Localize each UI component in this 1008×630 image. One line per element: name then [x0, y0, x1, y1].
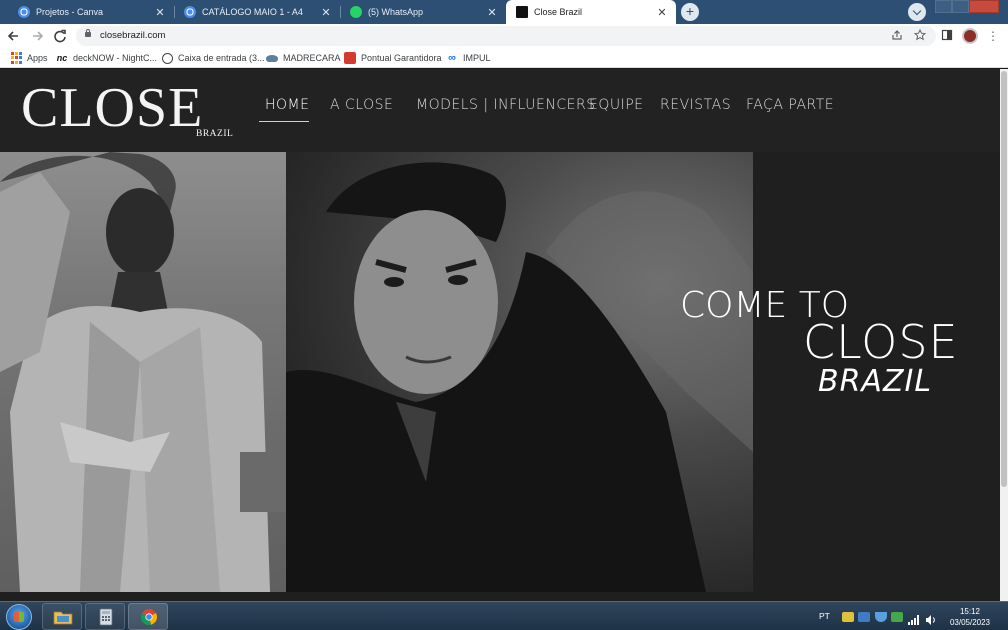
url-text: closebrazil.com [100, 30, 166, 41]
windows-taskbar: PT 15:12 03/05/2023 [0, 601, 1008, 630]
site-logo-sub: BRAZIL [196, 129, 234, 139]
nav-faca-parte[interactable]: FAÇA PARTE [746, 97, 834, 113]
bookmark-pontual[interactable]: Pontual Garantidora [344, 51, 442, 65]
tray-battery-icon[interactable] [891, 612, 903, 622]
tray-shield-icon[interactable] [875, 612, 887, 622]
bookmark-label: Apps [27, 53, 48, 63]
tab-whatsapp[interactable]: (5) WhatsApp ✕ [340, 0, 506, 24]
close-tab-icon[interactable]: ✕ [154, 6, 166, 19]
site-logo[interactable]: CLOSE [21, 79, 203, 137]
apps-grid-icon [10, 52, 22, 64]
bookmark-decknow[interactable]: nc deckNOW - NightC... [56, 51, 157, 65]
tray-app-icon[interactable] [858, 612, 870, 622]
tab-title: Projetos - Canva [36, 7, 104, 17]
bookmark-star-icon[interactable] [913, 28, 927, 43]
reload-button[interactable] [52, 28, 68, 44]
minimize-button[interactable] [935, 0, 952, 13]
close-tab-icon[interactable]: ✕ [320, 6, 332, 19]
bookmark-apps[interactable]: Apps [10, 51, 48, 65]
window-controls [935, 0, 999, 13]
male-model-silhouette [286, 162, 753, 592]
page-scrollbar[interactable] [1000, 69, 1008, 601]
tab-projetos-canva[interactable]: Projetos - Canva ✕ [8, 0, 174, 24]
bookmark-label: deckNOW - NightC... [73, 53, 158, 63]
chrome-icon [18, 6, 30, 18]
pontual-icon [344, 52, 356, 64]
new-tab-button[interactable]: + [681, 3, 699, 21]
tab-catalogo[interactable]: CATÁLOGO MAIO 1 - A4 ✕ [174, 0, 340, 24]
clock-date: 03/05/2023 [949, 618, 991, 627]
site-header: CLOSE BRAZIL HOME A CLOSE MODELS | INFLU… [0, 69, 1000, 152]
menu-kebab-icon[interactable]: ⋮ [987, 28, 999, 44]
nav-active-underline [259, 121, 309, 122]
tab-close-brazil[interactable]: Close Brazil ✕ [506, 0, 676, 24]
taskbar-chrome[interactable] [128, 603, 168, 630]
taskbar-calculator[interactable] [85, 603, 125, 630]
taskbar-explorer[interactable] [42, 603, 82, 630]
hero-photo-female-model [0, 152, 286, 592]
folder-icon [53, 611, 73, 625]
tray-volume-icon[interactable] [925, 612, 937, 625]
chrome-icon [140, 609, 158, 625]
tray-signal-icon[interactable] [908, 612, 920, 625]
start-button[interactable] [6, 604, 32, 630]
calculator-icon [99, 608, 113, 626]
web-page: CLOSE BRAZIL HOME A CLOSE MODELS | INFLU… [0, 69, 1000, 601]
tab-title: Close Brazil [534, 7, 583, 17]
scrollbar-thumb[interactable] [1001, 71, 1007, 487]
maximize-button[interactable] [952, 0, 969, 13]
close-tab-icon[interactable]: ✕ [656, 6, 668, 19]
browser-tab-strip: Projetos - Canva ✕ CATÁLOGO MAIO 1 - A4 … [0, 0, 1008, 24]
bookmarks-bar: Apps nc deckNOW - NightC... Caixa de ent… [0, 48, 1008, 68]
profile-avatar[interactable] [962, 28, 978, 44]
tray-network-share-icon[interactable] [842, 612, 854, 622]
whatsapp-icon [350, 6, 362, 18]
share-icon[interactable] [890, 29, 904, 43]
hero-photo-male-model [286, 152, 753, 592]
bookmark-label: IMPUL [463, 53, 491, 63]
system-clock[interactable]: 15:12 03/05/2023 [944, 606, 996, 628]
hero-banner: COME TO CLOSE BRAZIL [0, 152, 1000, 601]
female-model-silhouette [0, 152, 286, 592]
address-bar[interactable]: closebrazil.com [76, 26, 936, 46]
tab-search-button[interactable] [908, 3, 926, 21]
hero-tagline-brazil: BRAZIL [818, 364, 933, 399]
side-panel-icon[interactable] [940, 29, 954, 43]
nav-a-close[interactable]: A CLOSE [330, 97, 393, 113]
hero-tagline-close: CLOSE [803, 315, 959, 369]
chrome-icon [184, 6, 196, 18]
mail-icon [162, 52, 173, 64]
bookmark-label: MADRECARA [283, 53, 341, 63]
bookmark-impul[interactable]: ∞ IMPUL [446, 51, 491, 65]
lock-icon [85, 29, 91, 37]
tab-title: (5) WhatsApp [368, 7, 424, 17]
close-brazil-icon [516, 6, 528, 18]
close-tab-icon[interactable]: ✕ [486, 6, 498, 19]
forward-button[interactable] [29, 28, 45, 44]
back-button[interactable] [6, 28, 22, 44]
clock-time: 15:12 [959, 607, 981, 616]
close-window-button[interactable] [969, 0, 999, 13]
nav-equipe[interactable]: EQUIPE [589, 97, 644, 113]
nav-models-influencers[interactable]: MODELS | INFLUENCERS [416, 97, 596, 113]
reload-icon [54, 29, 66, 43]
bookmark-label: Caixa de entrada (3... [178, 53, 265, 63]
bookmark-madrecara[interactable]: MADRECARA [266, 51, 341, 65]
bookmark-label: Pontual Garantidora [361, 53, 442, 63]
decknow-icon: nc [56, 53, 68, 63]
forward-arrow-icon [33, 31, 44, 41]
meta-icon: ∞ [448, 52, 456, 64]
browser-toolbar: closebrazil.com ⋮ [0, 24, 1008, 48]
nav-revistas[interactable]: REVISTAS [660, 97, 731, 113]
language-indicator[interactable]: PT [819, 611, 830, 621]
tab-title: CATÁLOGO MAIO 1 - A4 [202, 7, 303, 17]
back-arrow-icon [7, 31, 18, 41]
nav-home[interactable]: HOME [265, 97, 309, 113]
hat-icon [266, 54, 278, 62]
bookmark-caixa-entrada[interactable]: Caixa de entrada (3... [162, 51, 265, 65]
